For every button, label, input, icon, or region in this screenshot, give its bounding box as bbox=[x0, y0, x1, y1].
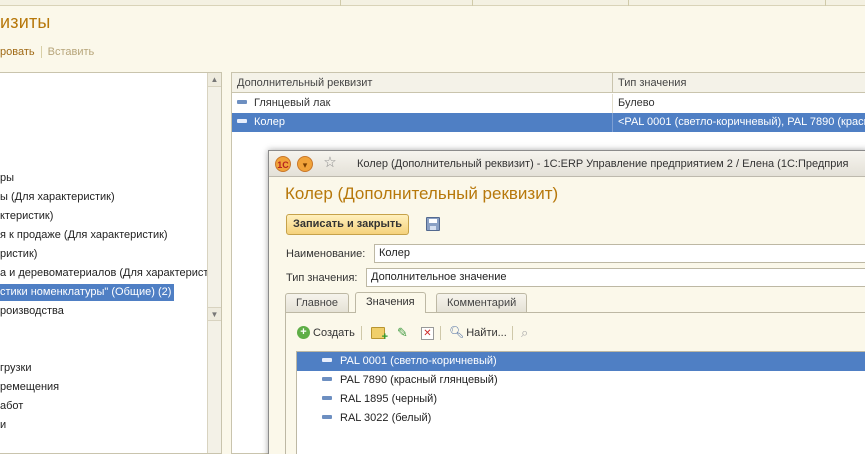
tree-item[interactable]: ктеристик) bbox=[0, 208, 53, 225]
row-type: <PAL 0001 (светло-коричневый), PAL 7890 … bbox=[612, 113, 865, 132]
value-label: RAL 1895 (черный) bbox=[340, 393, 437, 405]
value-label: PAL 0001 (светло-коричневый) bbox=[340, 355, 497, 367]
tree-scrollbar[interactable]: ▲ ▼ bbox=[207, 73, 221, 453]
value-icon bbox=[322, 358, 332, 363]
save-and-close-button[interactable]: Записать и закрыть bbox=[286, 214, 410, 235]
find-button[interactable]: 🔍︎ Найти... bbox=[449, 323, 507, 343]
attribute-form-window: 1С ▾ ☆ Колер (Дополнительный реквизит) -… bbox=[268, 150, 865, 454]
value-row[interactable]: PAL 7890 (красный глянцевый) bbox=[297, 371, 865, 390]
magnify-icon: 🔍︎ bbox=[449, 325, 465, 340]
tree-item[interactable]: я к продаже (Для характеристик) bbox=[0, 227, 168, 244]
favorite-star-icon[interactable]: ☆ bbox=[321, 154, 339, 172]
cancel-search-icon[interactable]: ⌕ bbox=[521, 325, 528, 341]
values-list: PAL 0001 (светло-коричневый) PAL 7890 (к… bbox=[296, 351, 865, 454]
tree-item[interactable]: и bbox=[0, 417, 6, 434]
table-row-selected[interactable]: Колер <PAL 0001 (светло-коричневый), PAL… bbox=[232, 113, 865, 132]
row-type: Булево bbox=[612, 94, 865, 113]
type-input[interactable]: Дополнительное значение bbox=[366, 268, 865, 287]
window-menu-icon[interactable]: ▾ bbox=[297, 156, 313, 172]
column-header-attribute[interactable]: Дополнительный реквизит bbox=[232, 73, 612, 93]
tree-item[interactable]: ристик) bbox=[0, 246, 37, 263]
top-strip bbox=[0, 0, 865, 6]
value-row[interactable]: RAL 3022 (белый) bbox=[297, 409, 865, 428]
value-row-selected[interactable]: PAL 0001 (светло-коричневый) bbox=[297, 352, 865, 371]
scroll-up-icon[interactable]: ▲ bbox=[208, 73, 221, 87]
window-titlebar[interactable]: 1С ▾ ☆ Колер (Дополнительный реквизит) -… bbox=[269, 151, 865, 177]
create-button[interactable]: + Создать bbox=[297, 323, 355, 343]
tree-panel[interactable]: ры ы (Для характеристик) ктеристик) я к … bbox=[0, 72, 222, 454]
create-label: Создать bbox=[313, 327, 355, 339]
column-header-type[interactable]: Тип значения bbox=[612, 73, 865, 93]
tab-main[interactable]: Главное bbox=[285, 293, 350, 312]
tree-item[interactable]: ремещения bbox=[0, 379, 59, 396]
tree-item-selected[interactable]: стики номенклатуры" (Общие) (2) bbox=[0, 284, 175, 301]
find-label: Найти... bbox=[466, 327, 507, 339]
toolbar-separator bbox=[361, 326, 362, 340]
paste-button[interactable]: Вставить bbox=[48, 46, 95, 58]
type-label: Тип значения: bbox=[286, 272, 358, 284]
attribute-icon bbox=[237, 100, 247, 105]
value-row[interactable]: RAL 1895 (черный) bbox=[297, 390, 865, 409]
tree-item[interactable]: роизводства bbox=[0, 303, 64, 320]
tree-item[interactable]: ры bbox=[0, 170, 14, 187]
copy-add-icon[interactable] bbox=[371, 327, 388, 343]
app-logo-icon[interactable]: 1С bbox=[275, 156, 291, 172]
value-icon bbox=[322, 396, 332, 401]
tree-item[interactable]: а и деревоматериалов (Для характерист bbox=[0, 265, 208, 282]
row-name: Глянцевый лак bbox=[254, 97, 331, 109]
name-input[interactable]: Колер bbox=[374, 244, 865, 263]
attribute-icon bbox=[237, 119, 247, 124]
delete-icon[interactable]: ✕ bbox=[421, 327, 434, 340]
value-icon bbox=[322, 377, 332, 382]
table-row[interactable]: Глянцевый лак Булево bbox=[232, 94, 865, 113]
form-heading: Колер (Дополнительный реквизит) bbox=[285, 184, 559, 203]
scroll-down-icon[interactable]: ▼ bbox=[208, 307, 221, 321]
toolbar-separator bbox=[40, 46, 42, 59]
tab-values[interactable]: Значения bbox=[355, 292, 426, 313]
copy-button[interactable]: ровать bbox=[0, 46, 35, 58]
toolbar-separator bbox=[440, 326, 441, 340]
row-name: Колер bbox=[254, 116, 285, 128]
tree-item[interactable]: ы (Для характеристик) bbox=[0, 189, 115, 206]
background-toolbar: ровать Вставить bbox=[0, 46, 95, 59]
value-label: RAL 3022 (белый) bbox=[340, 412, 432, 424]
window-title: Колер (Дополнительный реквизит) - 1С:ERP… bbox=[357, 158, 849, 170]
save-icon[interactable] bbox=[426, 217, 440, 231]
tab-comment[interactable]: Комментарий bbox=[436, 293, 528, 312]
page-title: изиты bbox=[0, 12, 51, 32]
tree-item[interactable]: грузки bbox=[0, 360, 32, 377]
tree-item[interactable]: абот bbox=[0, 398, 23, 415]
name-label: Наименование: bbox=[286, 248, 366, 260]
value-label: PAL 7890 (красный глянцевый) bbox=[340, 374, 498, 386]
table-header: Дополнительный реквизит Тип значения bbox=[232, 73, 865, 93]
create-icon: + bbox=[297, 325, 310, 339]
value-icon bbox=[322, 415, 332, 420]
edit-pencil-icon[interactable]: ✎ bbox=[397, 325, 408, 341]
toolbar-separator bbox=[512, 326, 513, 340]
